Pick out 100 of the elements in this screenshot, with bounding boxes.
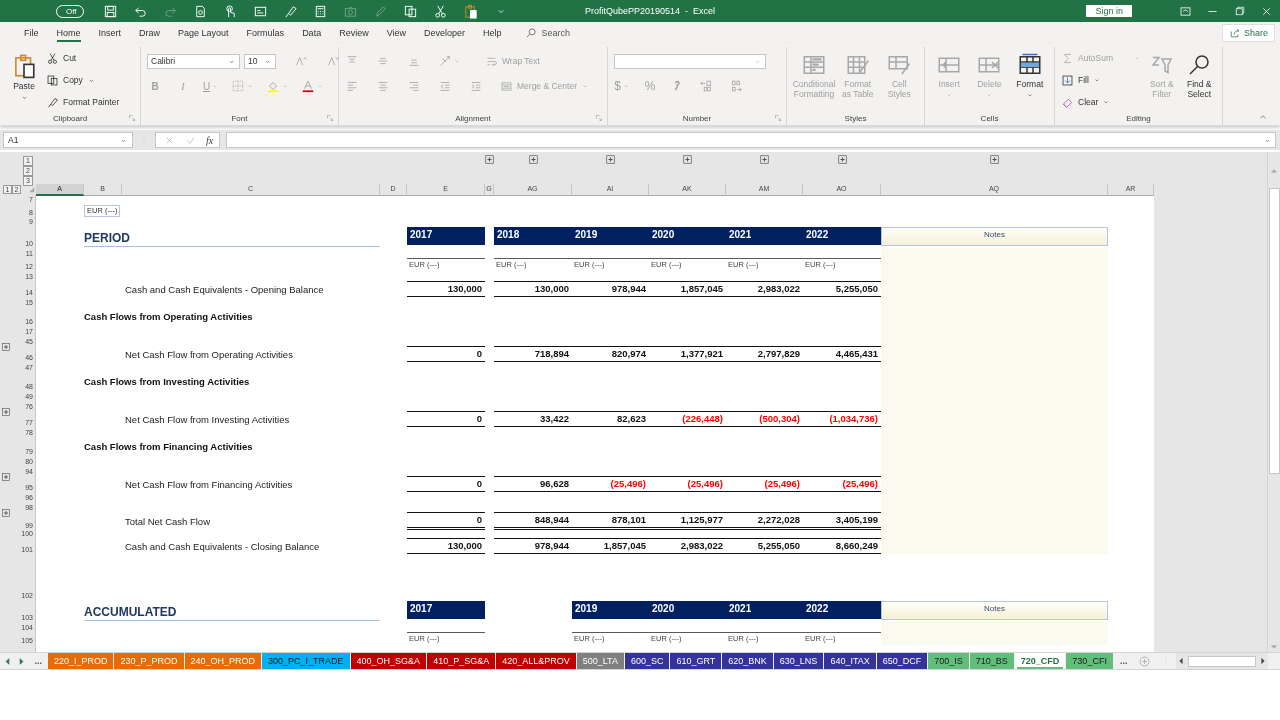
ribbon-tab[interactable]: Formulas xyxy=(237,24,294,42)
horizontal-scrollbar[interactable] xyxy=(1176,653,1268,669)
more-sheets-button[interactable]: ... xyxy=(1113,653,1134,669)
sheet-tab[interactable]: 640_ITAX xyxy=(824,653,877,669)
sheet-tab[interactable]: 720_CFD xyxy=(1014,653,1067,669)
paste-button[interactable]: Paste xyxy=(6,49,42,102)
plusbox-icon[interactable] xyxy=(484,154,495,165)
plusbox-icon[interactable] xyxy=(1,342,11,352)
plusbox-icon[interactable] xyxy=(1,508,11,518)
caret-icon xyxy=(316,82,325,90)
clipboard-icon[interactable] xyxy=(463,3,479,19)
ribbon-tab[interactable]: Data xyxy=(293,24,331,42)
ribbon-tab[interactable]: View xyxy=(377,24,415,42)
caret-icon xyxy=(581,82,589,90)
sheet-tab[interactable]: 730_CFI xyxy=(1066,653,1114,669)
year-header: 2017 xyxy=(407,227,485,245)
search-field[interactable]: Search xyxy=(541,28,602,38)
brush-icon[interactable] xyxy=(283,3,299,19)
ribbon-tab[interactable]: Page Layout xyxy=(169,24,238,42)
formula-input[interactable] xyxy=(226,132,1276,148)
plusbox-icon[interactable] xyxy=(605,154,616,165)
share-button[interactable]: Share xyxy=(1221,24,1275,42)
sheet-tab[interactable]: 600_SC xyxy=(624,653,671,669)
clear-button[interactable]: Clear xyxy=(1061,93,1141,111)
value-cell: 0 xyxy=(407,346,485,362)
sheet-tab[interactable]: 630_LNS xyxy=(773,653,825,669)
ribbon-tab[interactable]: Insert xyxy=(89,24,131,42)
name-box[interactable]: A1 xyxy=(3,132,133,148)
caret-icon xyxy=(453,57,461,65)
value-cell: (25,496) xyxy=(649,476,726,492)
plusbox-icon[interactable] xyxy=(682,154,693,165)
sheet-tab[interactable]: 700_IS xyxy=(928,653,970,669)
find-select-button[interactable]: Find & Select xyxy=(1182,49,1216,99)
restore-icon[interactable] xyxy=(1233,5,1246,17)
plusbox-icon[interactable] xyxy=(1,472,11,482)
section-label: Cash Flows from Operating Activities xyxy=(84,311,254,322)
copy-button[interactable]: Copy xyxy=(46,71,120,89)
line-item-label: Cash and Cash Equivalents - Closing Balance xyxy=(124,540,321,552)
copy-icon[interactable] xyxy=(403,3,419,19)
ribbon-tab[interactable]: Draw xyxy=(130,24,170,42)
plusbox-icon[interactable] xyxy=(1,407,11,417)
sheet-tab[interactable]: 610_GRT xyxy=(670,653,723,669)
sheet-tab[interactable]: 710_BS xyxy=(969,653,1015,669)
plusbox-icon[interactable] xyxy=(989,154,1000,165)
fill-button[interactable]: Fill xyxy=(1061,71,1141,89)
plusbox-icon[interactable] xyxy=(836,154,848,165)
launcher-icon[interactable] xyxy=(128,114,136,122)
year-header: 2020 xyxy=(649,601,726,619)
search-icon xyxy=(524,27,537,39)
sign-in-button[interactable]: Sign in xyxy=(1086,5,1132,17)
pluscircle-icon[interactable] xyxy=(1138,654,1152,668)
more-sheets-button[interactable]: ... xyxy=(28,653,48,669)
value-cell: 5,255,050 xyxy=(803,281,881,297)
cells-button[interactable]: Format xyxy=(1011,49,1048,99)
line-item-label: Net Cash Flow from Investing Activities xyxy=(124,413,291,425)
format-painter-button[interactable]: Format Painter xyxy=(46,93,120,111)
sheet-tab[interactable]: 400_OH_SG&A xyxy=(350,653,428,669)
ribbon-tab[interactable]: Review xyxy=(330,24,378,42)
value-cell: 8,660,249 xyxy=(803,538,881,554)
sheet-tab[interactable]: 410_P_SG&A xyxy=(427,653,497,669)
plusbox-icon[interactable] xyxy=(527,154,539,165)
value-cell: 978,944 xyxy=(572,281,649,297)
ribbon-tab[interactable]: File xyxy=(15,24,48,42)
scrollbar-thumb[interactable] xyxy=(1188,655,1256,667)
scissors-icon[interactable] xyxy=(433,3,449,19)
window-title: ProfitQubePP20190514 - Excel xyxy=(585,6,716,16)
up-arrow-icon[interactable] xyxy=(1269,166,1279,176)
ribbon-tab[interactable]: Developer xyxy=(415,24,475,42)
launcher-icon[interactable] xyxy=(595,114,603,122)
check-icon[interactable] xyxy=(185,134,196,146)
value-cell: 33,422 xyxy=(494,411,572,427)
scrollbar-thumb[interactable] xyxy=(1268,188,1280,474)
value-cell: 2,983,022 xyxy=(726,281,803,297)
sheet-tab[interactable]: 500_LTA xyxy=(576,653,625,669)
section-title: PERIOD xyxy=(84,230,380,247)
right-arrow-icon[interactable] xyxy=(1258,656,1268,666)
caret-icon xyxy=(1102,98,1111,106)
plusbox-icon[interactable] xyxy=(759,154,770,165)
value-cell: (25,496) xyxy=(572,476,649,492)
ribbon-tab[interactable]: Help xyxy=(474,24,511,42)
merge-icon xyxy=(500,79,513,93)
launcher-icon[interactable] xyxy=(326,114,334,122)
sheet-tab[interactable]: 420_ALL&PROV xyxy=(496,653,577,669)
sheet-tab[interactable]: 300_PC_I_TRADE xyxy=(262,653,351,669)
vertical-scrollbar[interactable] xyxy=(1267,152,1280,652)
value-cell: 1,125,977 xyxy=(649,512,726,530)
value-cell: 0 xyxy=(407,476,485,492)
group-label: Styles xyxy=(844,113,867,123)
line-item-label: Net Cash Flow from Financing Activities xyxy=(124,478,294,490)
value-cell: (25,496) xyxy=(803,476,881,492)
value-cell: 718,894 xyxy=(494,346,572,362)
cut-button[interactable]: Cut xyxy=(46,49,120,67)
ribbon-tab[interactable]: Home xyxy=(47,24,90,42)
sheet-tab[interactable]: 620_BNK xyxy=(722,653,774,669)
sheet-tab[interactable]: 650_DCF xyxy=(876,653,929,669)
insert-function-button[interactable]: fx xyxy=(206,134,214,146)
launcher-icon[interactable] xyxy=(774,114,782,122)
caret-icon xyxy=(1025,91,1034,99)
ribbon-display-icon[interactable] xyxy=(1179,4,1192,18)
down-arrow-icon[interactable] xyxy=(1269,642,1279,652)
